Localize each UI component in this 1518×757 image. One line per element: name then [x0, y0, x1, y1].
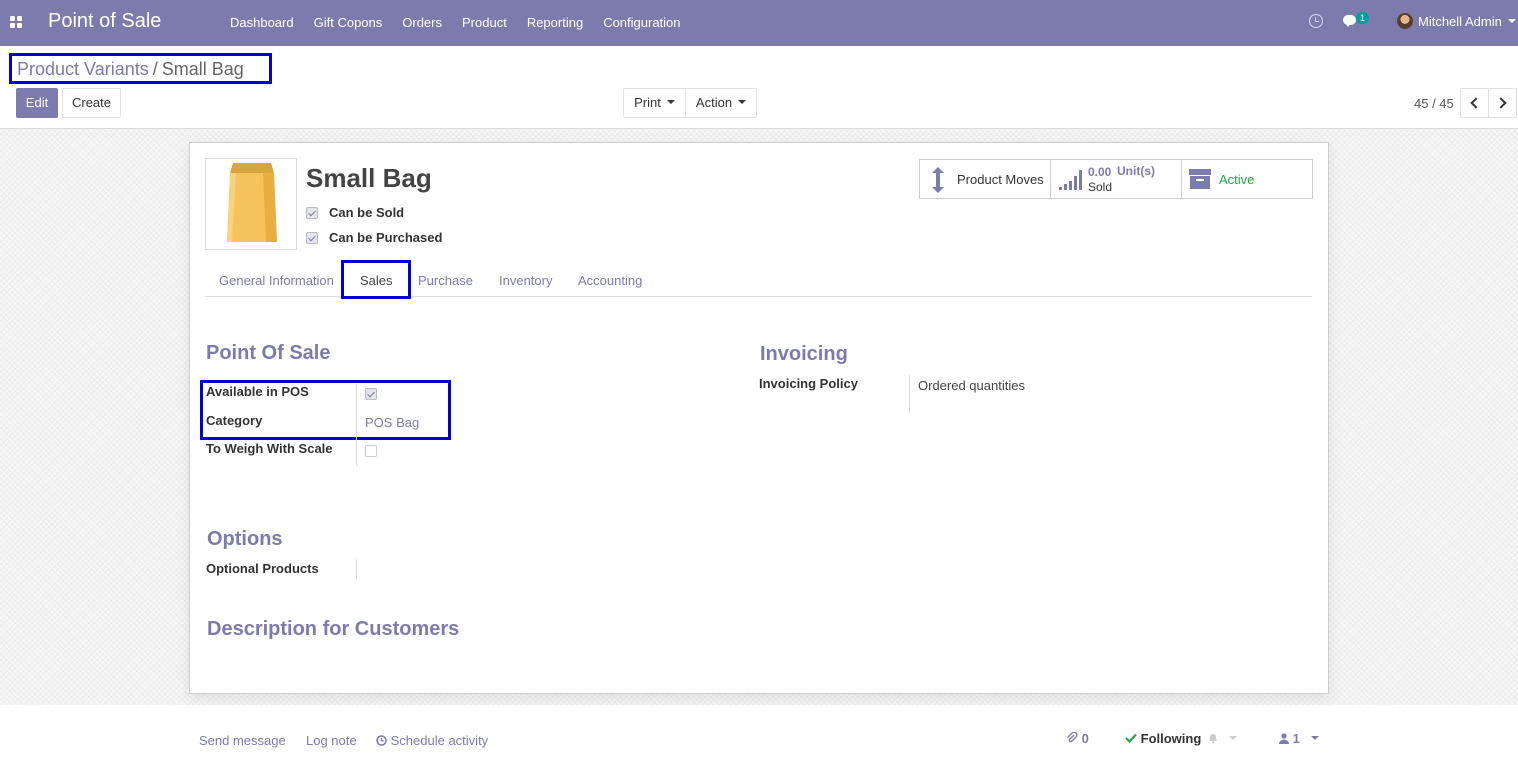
to-weigh-label: To Weigh With Scale [206, 441, 333, 456]
product-moves-button[interactable]: Product Moves [919, 159, 1051, 199]
breadcrumb-separator: / [152, 59, 158, 79]
chevron-right-icon [1495, 97, 1507, 109]
attachments-button[interactable]: 0 [1066, 731, 1089, 746]
pager-previous-button[interactable] [1460, 88, 1489, 118]
chevron-down-icon [1507, 19, 1516, 23]
up-down-arrows-icon [932, 167, 944, 193]
followers-button[interactable]: 1 [1279, 731, 1320, 746]
can-be-purchased-checkbox[interactable] [306, 232, 318, 244]
user-icon [1279, 733, 1289, 744]
print-label: Print [634, 95, 661, 110]
units-sold-value: 0.00 [1088, 165, 1112, 179]
following-button[interactable]: Following [1125, 731, 1201, 746]
units-sold-button[interactable]: 0.00 Unit(s) Sold [1050, 159, 1182, 199]
invoicing-policy-value[interactable]: Ordered quantities [918, 378, 1025, 393]
clock-icon [376, 735, 387, 746]
send-message-button[interactable]: Send message [199, 733, 286, 748]
print-button[interactable]: Print [623, 88, 686, 118]
breadcrumb: Product Variants / Small Bag [9, 53, 272, 84]
bell-icon [1209, 734, 1217, 744]
can-be-sold-label: Can be Sold [329, 205, 405, 220]
caret-down-icon [666, 99, 675, 104]
create-button[interactable]: Create [62, 88, 121, 118]
followers-count: 1 [1292, 731, 1300, 746]
active-toggle-button[interactable]: Active [1181, 159, 1313, 199]
units-sold-unit: Unit(s) [1117, 164, 1155, 178]
schedule-activity-label: Schedule activity [390, 733, 489, 748]
user-menu[interactable]: Mitchell Admin [1397, 13, 1516, 29]
action-label: Action [695, 95, 733, 110]
available-in-pos-checkbox[interactable] [365, 388, 377, 400]
following-label: Following [1140, 731, 1202, 746]
product-moves-label: Product Moves [957, 172, 1044, 187]
product-name: Small Bag [306, 163, 432, 193]
invoicing-policy-label: Invoicing Policy [759, 376, 858, 391]
tab-sales[interactable]: Sales [341, 260, 411, 299]
optional-products-label: Optional Products [206, 561, 319, 576]
messages-chat-icon[interactable] [1343, 15, 1356, 27]
notification-settings-button[interactable] [1207, 731, 1237, 746]
menu-item-configuration[interactable]: Configuration [593, 0, 690, 46]
caret-down-icon [1228, 735, 1237, 740]
menu-item-product[interactable]: Product [452, 0, 517, 46]
tab-general-information[interactable]: General Information [219, 273, 334, 288]
field-divider [909, 375, 910, 413]
check-icon [1125, 733, 1137, 744]
menu-item-dashboard[interactable]: Dashboard [220, 0, 304, 46]
field-divider [356, 383, 357, 466]
avatar [1397, 13, 1413, 29]
caret-down-icon [738, 99, 747, 104]
paper-bag-icon [227, 163, 277, 242]
menu-item-reporting[interactable]: Reporting [517, 0, 593, 46]
action-button[interactable]: Action [685, 88, 757, 118]
pager-next-button[interactable] [1488, 88, 1517, 118]
invoicing-section-title: Invoicing [760, 343, 848, 365]
to-weigh-checkbox[interactable] [365, 445, 377, 457]
top-navbar: Point of Sale Dashboard Gift Copons Orde… [0, 0, 1518, 46]
category-link[interactable]: POS Bag [365, 415, 419, 430]
breadcrumb-current: Small Bag [161, 59, 244, 79]
tab-purchase[interactable]: Purchase [418, 273, 473, 288]
user-name: Mitchell Admin [1418, 13, 1502, 29]
activity-clock-icon[interactable] [1309, 14, 1323, 28]
can-be-purchased-label: Can be Purchased [329, 230, 443, 245]
active-label: Active [1219, 172, 1255, 187]
paperclip-icon [1067, 731, 1078, 743]
chevron-left-icon [1470, 97, 1482, 109]
app-title[interactable]: Point of Sale [48, 10, 161, 33]
pos-section-title: Point Of Sale [206, 342, 331, 364]
available-in-pos-label: Available in POS [206, 384, 309, 399]
category-label: Category [206, 413, 263, 428]
apps-menu-icon[interactable] [10, 16, 23, 29]
menu-item-gift-copons[interactable]: Gift Copons [304, 0, 393, 46]
menu-item-orders[interactable]: Orders [392, 0, 452, 46]
can-be-sold-checkbox[interactable] [306, 207, 318, 219]
signal-bars-icon [1059, 170, 1082, 190]
tab-accounting[interactable]: Accounting [578, 273, 642, 288]
main-menu: Dashboard Gift Copons Orders Product Rep… [220, 0, 691, 46]
caret-down-icon [1311, 735, 1320, 740]
product-image[interactable] [205, 158, 297, 250]
units-sold-label: Sold [1088, 180, 1113, 194]
schedule-activity-button[interactable]: Schedule activity [376, 733, 488, 748]
attachments-count: 0 [1081, 731, 1089, 746]
tab-sales-label: Sales [360, 273, 393, 288]
archive-box-icon [1189, 169, 1211, 189]
breadcrumb-parent[interactable]: Product Variants [17, 59, 149, 79]
options-section-title: Options [207, 528, 283, 550]
log-note-button[interactable]: Log note [306, 733, 357, 748]
edit-button[interactable]: Edit [16, 88, 58, 118]
field-divider [356, 559, 357, 579]
messages-badge: 1 [1356, 12, 1370, 24]
description-section-title: Description for Customers [207, 618, 460, 640]
tab-inventory[interactable]: Inventory [499, 273, 552, 288]
pager-value[interactable]: 45 / 45 [1414, 96, 1454, 111]
